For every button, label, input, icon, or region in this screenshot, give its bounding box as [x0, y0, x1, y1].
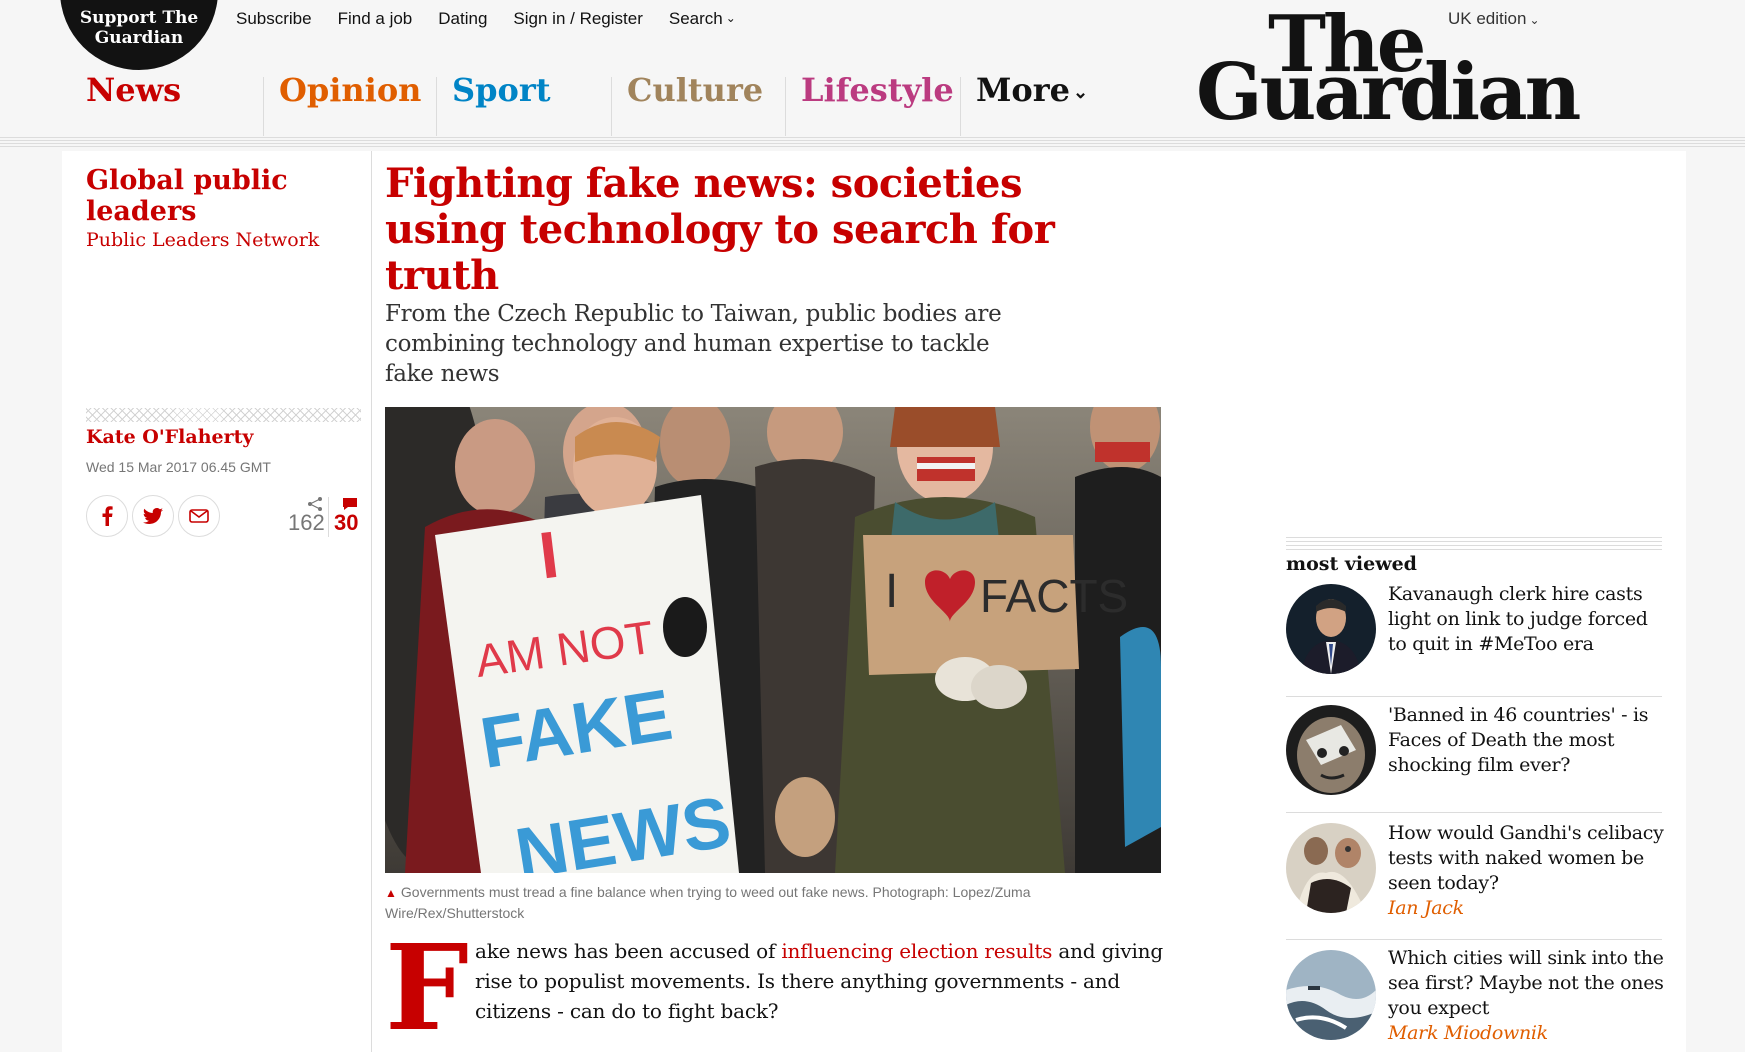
facts-sign-text: FACTS — [980, 570, 1128, 622]
body-text-start: ake news has been accused of — [475, 939, 782, 963]
article-standfirst: From the Czech Republic to Taiwan, publi… — [385, 301, 1002, 387]
most-viewed-thumbnail — [1286, 584, 1376, 674]
fake-news-sign: I AM NOT FAKE NEWS — [435, 495, 739, 873]
search-label: Search — [668, 9, 723, 28]
section-title[interactable]: Global public leaders — [86, 165, 366, 227]
pillar-news[interactable]: News — [70, 72, 263, 136]
most-viewed-thumbnail — [1286, 705, 1376, 795]
most-viewed-item[interactable]: How would Gandhi's celibacy tests with n… — [1286, 812, 1664, 938]
chevron-down-icon: ⌄ — [1072, 82, 1089, 103]
most-viewed-author: Ian Jack — [1388, 897, 1464, 919]
main-article-image[interactable]: I FACTS I AM NOT FAKE NEWS — [385, 407, 1161, 873]
support-label: Support The Guardian — [79, 8, 199, 48]
pillar-sport-label: Sport — [452, 71, 551, 109]
author-byline[interactable]: Kate O'Flaherty — [86, 426, 253, 448]
pillar-opinion[interactable]: Opinion — [263, 72, 436, 136]
pillar-lifestyle[interactable]: Lifestyle — [785, 72, 960, 136]
image-caption: ▲ Governments must tread a fine balance w… — [385, 882, 1105, 923]
comment-count[interactable]: 30 — [334, 510, 358, 536]
count-divider — [328, 497, 329, 537]
pillar-news-label: News — [86, 71, 182, 109]
pillar-opinion-label: Opinion — [279, 71, 422, 109]
email-icon — [189, 509, 209, 523]
header-divider — [0, 137, 1745, 147]
caption-text: Governments must tread a fine balance wh… — [385, 884, 1031, 921]
most-viewed-author: Mark Miodownik — [1388, 1022, 1548, 1044]
facts-sign-i: I — [885, 565, 898, 618]
share-facebook-button[interactable] — [86, 495, 128, 537]
most-viewed-title: most viewed — [1286, 553, 1417, 575]
most-viewed-item[interactable]: Which cities will sink into the sea firs… — [1286, 939, 1664, 1052]
guardian-logo[interactable]: The Guardian — [1192, 6, 1581, 132]
most-viewed-headline: How would Gandhi's celibacy tests with n… — [1388, 821, 1664, 921]
twitter-icon — [143, 508, 163, 524]
protest-photo: I FACTS I AM NOT FAKE NEWS — [385, 407, 1161, 873]
article-body-paragraph: ake news has been accused of influencing… — [475, 936, 1175, 1026]
pillar-nav: News Opinion Sport Culture Lifestyle Mor… — [70, 72, 1120, 136]
sign-in-register-link[interactable]: Sign in / Register — [513, 9, 642, 29]
share-count: 162 — [288, 510, 325, 535]
chevron-down-icon: ⌄ — [725, 11, 736, 25]
most-viewed-headline: Which cities will sink into the sea firs… — [1388, 946, 1664, 1046]
most-viewed-thumbnail — [1286, 950, 1376, 1040]
share-email-button[interactable] — [178, 495, 220, 537]
most-viewed-rule — [1286, 537, 1662, 553]
logo-line-2: Guardian — [1196, 47, 1581, 138]
series-label[interactable]: Public Leaders Network — [86, 229, 319, 251]
comment-icon[interactable] — [342, 497, 358, 511]
site-header: Support The Guardian Subscribe Find a jo… — [0, 0, 1745, 138]
subscribe-link[interactable]: Subscribe — [236, 9, 312, 29]
meta-column: Global public leaders Public Leaders Net… — [62, 151, 372, 1052]
most-viewed-headline-text: Which cities will sink into the sea firs… — [1388, 947, 1664, 1019]
most-viewed-item[interactable]: Kavanaugh clerk hire casts light on link… — [1286, 583, 1662, 696]
most-viewed-headline: Kavanaugh clerk hire casts light on link… — [1388, 583, 1648, 655]
find-a-job-link[interactable]: Find a job — [338, 9, 413, 29]
most-viewed-headline: 'Banned in 46 countries' - is Faces of D… — [1388, 704, 1649, 776]
pillar-lifestyle-label: Lifestyle — [801, 71, 954, 109]
support-the-guardian-button[interactable]: Support The Guardian — [60, 0, 218, 70]
most-viewed-headline-text: How would Gandhi's celibacy tests with n… — [1388, 822, 1664, 894]
influencing-election-results-link[interactable]: influencing election results — [781, 939, 1052, 963]
pillar-culture-label: Culture — [627, 71, 764, 109]
drop-cap: F — [385, 918, 469, 1052]
search-link[interactable]: Search ⌄ — [669, 9, 736, 29]
facebook-icon — [102, 506, 113, 526]
most-viewed-item[interactable]: 'Banned in 46 countries' - is Faces of D… — [1286, 696, 1662, 808]
pillar-more[interactable]: More ⌄ — [960, 72, 1120, 136]
pillar-culture[interactable]: Culture — [611, 72, 785, 136]
article-container: Global public leaders Public Leaders Net… — [62, 151, 1686, 1052]
caption-triangle-icon: ▲ — [385, 886, 397, 900]
most-viewed-thumbnail — [1286, 823, 1376, 913]
zigzag-divider — [86, 408, 361, 422]
publication-date: Wed 15 Mar 2017 06.45 GMT — [86, 459, 271, 475]
pillar-sport[interactable]: Sport — [436, 72, 611, 136]
share-twitter-button[interactable] — [132, 495, 174, 537]
dating-link[interactable]: Dating — [438, 9, 487, 29]
top-links: Subscribe Find a job Dating Sign in / Re… — [236, 9, 736, 29]
pillar-more-label: More — [976, 71, 1070, 109]
article-headline: Fighting fake news: societies using tech… — [385, 160, 1055, 299]
